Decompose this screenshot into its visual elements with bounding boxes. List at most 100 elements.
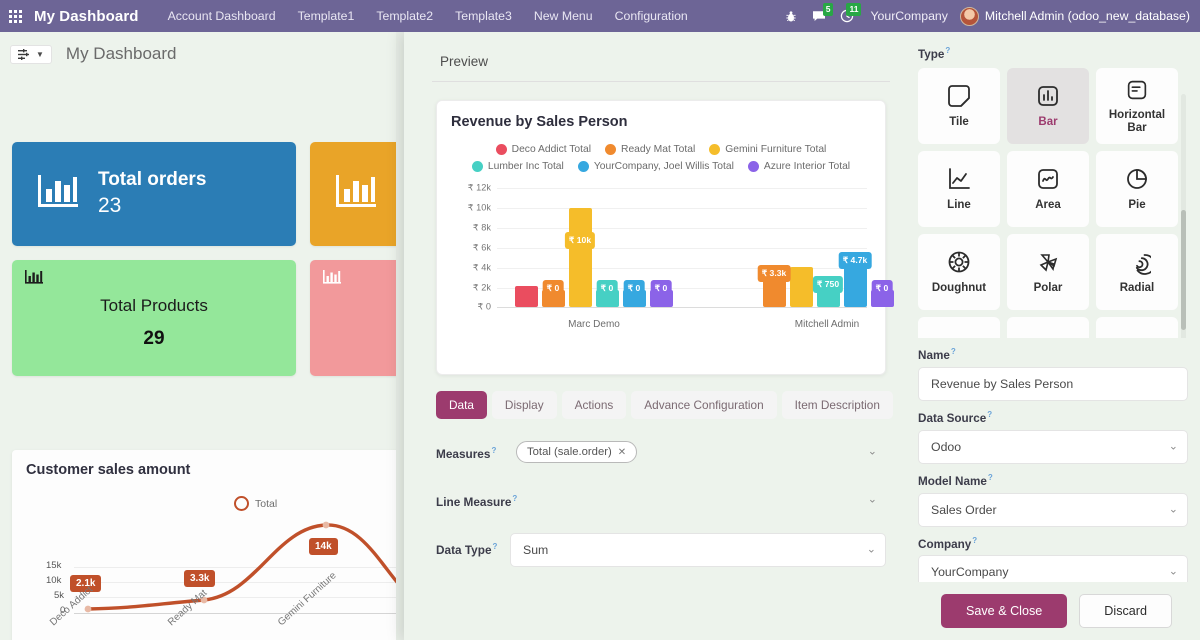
- type-option-polar[interactable]: Polar: [1007, 234, 1089, 310]
- help-icon[interactable]: ?: [988, 473, 993, 482]
- kpi-tile-total-products[interactable]: Total Products 29: [12, 260, 296, 376]
- legend-label: Azure Interior Total: [764, 161, 850, 172]
- measures-chip[interactable]: Total (sale.order) ✕: [516, 441, 637, 463]
- type-option-row4-b[interactable]: [1007, 317, 1089, 338]
- chevron-down-icon[interactable]: ⌄: [868, 447, 877, 458]
- model-name-select[interactable]: Sales Order ⌄: [918, 493, 1188, 527]
- type-option-doughnut[interactable]: Doughnut: [918, 234, 1000, 310]
- chat-icon[interactable]: 5: [806, 0, 832, 32]
- type-label: Type?: [918, 46, 1188, 61]
- tab-data[interactable]: Data: [436, 391, 487, 419]
- tab-actions[interactable]: Actions: [562, 391, 627, 419]
- bar-value-label: ₹ 3.3k: [758, 265, 791, 282]
- nav-account-dashboard[interactable]: Account Dashboard: [157, 0, 287, 32]
- bar-marc-gemini[interactable]: [569, 208, 592, 307]
- help-icon[interactable]: ?: [493, 542, 498, 551]
- type-option-tile[interactable]: Tile: [918, 68, 1000, 144]
- help-icon[interactable]: ?: [945, 46, 950, 55]
- legend-label: Ready Mat Total: [621, 144, 695, 155]
- nav-template2[interactable]: Template2: [365, 0, 444, 32]
- chevron-down-icon[interactable]: ⌄: [1169, 567, 1178, 578]
- data-type-select[interactable]: Sum ⌄: [510, 533, 886, 567]
- help-icon[interactable]: ?: [951, 347, 956, 356]
- data-source-select[interactable]: Odoo ⌄: [918, 430, 1188, 464]
- nav-new-menu[interactable]: New Menu: [523, 0, 604, 32]
- type-scrollbar-thumb[interactable]: [1181, 210, 1186, 330]
- radial-icon: [1123, 248, 1151, 276]
- type-option-bar[interactable]: Bar: [1007, 68, 1089, 144]
- nav-template1[interactable]: Template1: [287, 0, 366, 32]
- data-type-value: Sum: [523, 543, 548, 557]
- pie-icon: [1123, 165, 1151, 193]
- brand-title[interactable]: My Dashboard: [30, 8, 157, 25]
- type-option-pie[interactable]: Pie: [1096, 151, 1178, 227]
- legend-dot-icon: [496, 144, 507, 155]
- bar-mitchell-gemini[interactable]: [790, 267, 813, 307]
- save-and-close-button[interactable]: Save & Close: [941, 594, 1067, 628]
- nav-template3[interactable]: Template3: [444, 0, 523, 32]
- model-name-label: Model Name?: [918, 473, 1188, 488]
- bug-icon[interactable]: [778, 0, 804, 32]
- company-switcher[interactable]: YourCompany: [862, 9, 957, 23]
- legend-item-azure-interior[interactable]: Azure Interior Total: [748, 161, 850, 172]
- help-icon[interactable]: ?: [491, 446, 496, 455]
- name-value: Revenue by Sales Person: [931, 377, 1073, 391]
- measures-select[interactable]: Total (sale.order) ✕ ⌄: [510, 437, 886, 467]
- polar-icon: [1034, 248, 1062, 276]
- company-label: Company?: [918, 536, 1188, 551]
- apps-grid-icon[interactable]: [0, 0, 30, 32]
- help-icon[interactable]: ?: [987, 410, 992, 419]
- legend-item-gemini-furniture[interactable]: Gemini Furniture Total: [709, 144, 826, 155]
- data-source-value: Odoo: [931, 440, 961, 454]
- type-option-radial[interactable]: Radial: [1096, 234, 1178, 310]
- bar-icon: [1034, 82, 1062, 110]
- chevron-down-icon[interactable]: ⌄: [867, 545, 876, 556]
- edit-item-dialog: Preview Revenue by Sales Person Deco Add…: [404, 32, 1200, 640]
- tab-item-description[interactable]: Item Description: [782, 391, 893, 419]
- bar-value-label: ₹ 750: [813, 276, 843, 293]
- type-option-row4-a[interactable]: [918, 317, 1000, 338]
- nav-configuration[interactable]: Configuration: [604, 0, 699, 32]
- user-menu[interactable]: Mitchell Admin (odoo_new_database): [960, 7, 1194, 26]
- kpi-tile-total-orders[interactable]: Total orders 23: [12, 142, 296, 246]
- legend-item-ready-mat[interactable]: Ready Mat Total: [605, 144, 695, 155]
- legend-dot-icon: [748, 161, 759, 172]
- discard-button[interactable]: Discard: [1079, 594, 1172, 628]
- legend-item-deco-addict[interactable]: Deco Addict Total: [496, 144, 591, 155]
- chevron-down-icon[interactable]: ⌄: [1169, 504, 1178, 515]
- bar-value-label: ₹ 4.7k: [839, 252, 872, 269]
- type-option-area[interactable]: Area: [1007, 151, 1089, 227]
- legend-item-lumber-inc[interactable]: Lumber Inc Total: [472, 161, 564, 172]
- tab-advance-configuration[interactable]: Advance Configuration: [631, 391, 776, 419]
- data-source-field-group: Data Source? Odoo ⌄: [918, 410, 1188, 464]
- help-icon[interactable]: ?: [512, 494, 517, 503]
- y-tick-10k: ₹ 10k: [468, 202, 491, 213]
- name-field-group: Name? Revenue by Sales Person: [918, 347, 1188, 401]
- type-option-horizontal-bar[interactable]: Horizontal Bar: [1096, 68, 1178, 144]
- bar-value-label: ₹ 10k: [565, 232, 595, 249]
- legend-label: Gemini Furniture Total: [725, 144, 826, 155]
- chevron-down-icon[interactable]: ⌄: [868, 495, 877, 506]
- type-option-line[interactable]: Line: [918, 151, 1000, 227]
- clock-icon[interactable]: 11: [834, 0, 860, 32]
- legend-item-yourcompany-joel-willis[interactable]: YourCompany, Joel Willis Total: [578, 161, 734, 172]
- top-navbar: My Dashboard Account Dashboard Template1…: [0, 0, 1200, 32]
- bar-chart-icon: [322, 269, 342, 290]
- line-measure-row: Line Measure? ⌄: [436, 485, 886, 515]
- chevron-down-icon[interactable]: ⌄: [1169, 441, 1178, 452]
- type-label-text: Horizontal Bar: [1100, 109, 1174, 135]
- dialog-footer: Save & Close Discard: [404, 582, 1200, 640]
- y-tick-8k: ₹ 8k: [473, 222, 491, 233]
- type-label-text: Tile: [949, 116, 969, 129]
- line-measure-select[interactable]: ⌄: [528, 485, 886, 515]
- kpi-value: 23: [98, 192, 206, 219]
- tab-display[interactable]: Display: [492, 391, 557, 419]
- bar-marc-deco-addict[interactable]: [515, 286, 538, 307]
- name-input[interactable]: Revenue by Sales Person: [918, 367, 1188, 401]
- filter-button[interactable]: ▼: [10, 45, 52, 64]
- help-icon[interactable]: ?: [972, 536, 977, 545]
- remove-chip-icon[interactable]: ✕: [618, 447, 626, 458]
- page-title: My Dashboard: [66, 44, 177, 64]
- topbar-right-group: 5 11 YourCompany Mitchell Admin (odoo_ne…: [778, 0, 1200, 32]
- type-option-row4-c[interactable]: [1096, 317, 1178, 338]
